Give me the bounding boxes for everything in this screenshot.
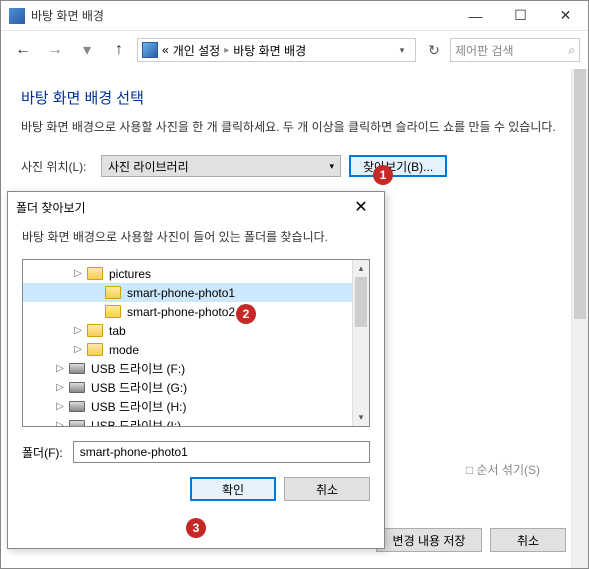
save-button[interactable]: 변경 내용 저장	[376, 528, 482, 552]
expander-icon[interactable]: ▷	[71, 268, 85, 279]
expander-icon[interactable]: ▷	[53, 401, 67, 412]
dialog-description: 바탕 화면 배경으로 사용할 사진이 들어 있는 폴더를 찾습니다.	[8, 222, 384, 259]
expander-icon[interactable]: ▷	[53, 363, 67, 374]
page-title: 바탕 화면 배경 선택	[21, 87, 568, 108]
refresh-button[interactable]: ↻	[422, 38, 446, 62]
back-button[interactable]: ←	[9, 36, 37, 64]
navbar: ← → ▾ ↑ « 개인 설정 ▸ 바탕 화면 배경 ▾ ↻ 제어판 검색 ⌕	[1, 31, 588, 69]
app-icon	[9, 8, 25, 24]
scroll-down-icon[interactable]: ▾	[353, 409, 369, 426]
dialog-titlebar: 폴더 찾아보기 ✕	[8, 192, 384, 222]
randomize-checkbox[interactable]: □ 순서 섞기(S)	[466, 461, 540, 478]
tree-item[interactable]: ▷ USB 드라이브 (F:)	[23, 359, 369, 378]
location-row: 사진 위치(L): 사진 라이브러리 ▾ 찾아보기(B)...	[21, 155, 568, 177]
tree-item[interactable]: ▷ tab	[23, 321, 369, 340]
expander-icon[interactable]: ▷	[53, 420, 67, 427]
dropdown-history-icon[interactable]: ▾	[73, 36, 101, 64]
expander-icon[interactable]: ▷	[71, 344, 85, 355]
drive-icon	[69, 420, 85, 427]
expander-icon[interactable]: ▷	[71, 325, 85, 336]
scroll-up-icon[interactable]: ▴	[353, 260, 369, 277]
breadcrumb-item-1[interactable]: 개인 설정	[173, 42, 221, 59]
folder-tree: ▷ pictures smart-phone-photo1 smart-phone-p…	[22, 259, 370, 427]
tree-item-label: smart-phone-photo1	[127, 286, 235, 300]
main-scrollbar[interactable]	[571, 69, 588, 568]
tree-item-label: USB 드라이브 (H:)	[91, 398, 187, 415]
cancel-button[interactable]: 취소	[490, 528, 566, 552]
drive-icon	[69, 382, 85, 393]
tree-scrollbar-thumb[interactable]	[355, 277, 367, 327]
chevron-down-icon: ▾	[329, 161, 334, 172]
breadcrumb[interactable]: « 개인 설정 ▸ 바탕 화면 배경 ▾	[137, 38, 416, 62]
drive-icon	[69, 401, 85, 412]
search-icon[interactable]: ⌕	[568, 43, 575, 58]
tree-item[interactable]: ▷ pictures	[23, 264, 369, 283]
breadcrumb-dropdown-icon[interactable]: ▾	[393, 39, 411, 61]
tree-item-label: tab	[109, 324, 126, 338]
search-placeholder: 제어판 검색	[455, 42, 514, 59]
chevron-right-icon: ▸	[224, 45, 229, 56]
window-title: 바탕 화면 배경	[31, 7, 453, 24]
dialog-close-button[interactable]: ✕	[346, 195, 376, 219]
expander-icon[interactable]: ▷	[53, 382, 67, 393]
browse-button[interactable]: 찾아보기(B)...	[349, 155, 447, 177]
annotation-badge-1: 1	[373, 165, 393, 185]
location-value: 사진 라이브러리	[108, 158, 189, 175]
tree-item-label: pictures	[109, 267, 151, 281]
location-dropdown[interactable]: 사진 라이브러리 ▾	[101, 155, 341, 177]
annotation-badge-2: 2	[236, 304, 256, 324]
tree-item[interactable]: ▷ mode	[23, 340, 369, 359]
maximize-button[interactable]: ☐	[498, 1, 543, 31]
page-description: 바탕 화면 배경으로 사용할 사진을 한 개 클릭하세요. 두 개 이상을 클릭…	[21, 118, 568, 137]
breadcrumb-prefix: «	[162, 43, 169, 57]
dialog-cancel-button[interactable]: 취소	[284, 477, 370, 501]
folder-label: 폴더(F):	[22, 444, 63, 461]
tree-item[interactable]: ▷ USB 드라이브 (G:)	[23, 378, 369, 397]
tree-item-label: USB 드라이브 (G:)	[91, 379, 187, 396]
drive-icon	[69, 363, 85, 374]
location-label: 사진 위치(L):	[21, 158, 93, 175]
forward-button[interactable]: →	[41, 36, 69, 64]
minimize-button[interactable]: —	[453, 1, 498, 31]
tree-item-label: smart-phone-photo2	[127, 305, 235, 319]
tree-item[interactable]: ▷ USB 드라이브 (I:)	[23, 416, 369, 427]
folder-input-row: 폴더(F):	[8, 427, 384, 477]
tree-item-label: mode	[109, 343, 139, 357]
up-button[interactable]: ↑	[105, 36, 133, 64]
folder-icon	[105, 305, 121, 318]
breadcrumb-item-2[interactable]: 바탕 화면 배경	[233, 42, 306, 59]
browse-folder-dialog: 폴더 찾아보기 ✕ 바탕 화면 배경으로 사용할 사진이 들어 있는 폴더를 찾…	[7, 191, 385, 549]
tree-item-label: USB 드라이브 (F:)	[91, 360, 185, 377]
folder-input[interactable]	[73, 441, 370, 463]
dialog-buttons: 확인 취소	[8, 477, 384, 515]
bottom-buttons: 변경 내용 저장 취소	[376, 528, 566, 552]
folder-icon	[87, 324, 103, 337]
tree-item-label: USB 드라이브 (I:)	[91, 417, 181, 427]
tree-item[interactable]: smart-phone-photo1	[23, 283, 369, 302]
titlebar: 바탕 화면 배경 — ☐ ✕	[1, 1, 588, 31]
annotation-badge-3: 3	[186, 518, 206, 538]
control-panel-icon	[142, 42, 158, 58]
dialog-title: 폴더 찾아보기	[16, 199, 86, 216]
tree-item[interactable]: smart-phone-photo2	[23, 302, 369, 321]
ok-button[interactable]: 확인	[190, 477, 276, 501]
scrollbar-thumb[interactable]	[574, 69, 586, 319]
tree-scrollbar[interactable]: ▴ ▾	[352, 260, 369, 426]
search-input[interactable]: 제어판 검색 ⌕	[450, 38, 580, 62]
folder-icon	[105, 286, 121, 299]
tree-item[interactable]: ▷ USB 드라이브 (H:)	[23, 397, 369, 416]
close-button[interactable]: ✕	[543, 1, 588, 31]
window-controls: — ☐ ✕	[453, 1, 588, 31]
folder-icon	[87, 267, 103, 280]
folder-icon	[87, 343, 103, 356]
content-area: 바탕 화면 배경 선택 바탕 화면 배경으로 사용할 사진을 한 개 클릭하세요…	[1, 69, 588, 197]
